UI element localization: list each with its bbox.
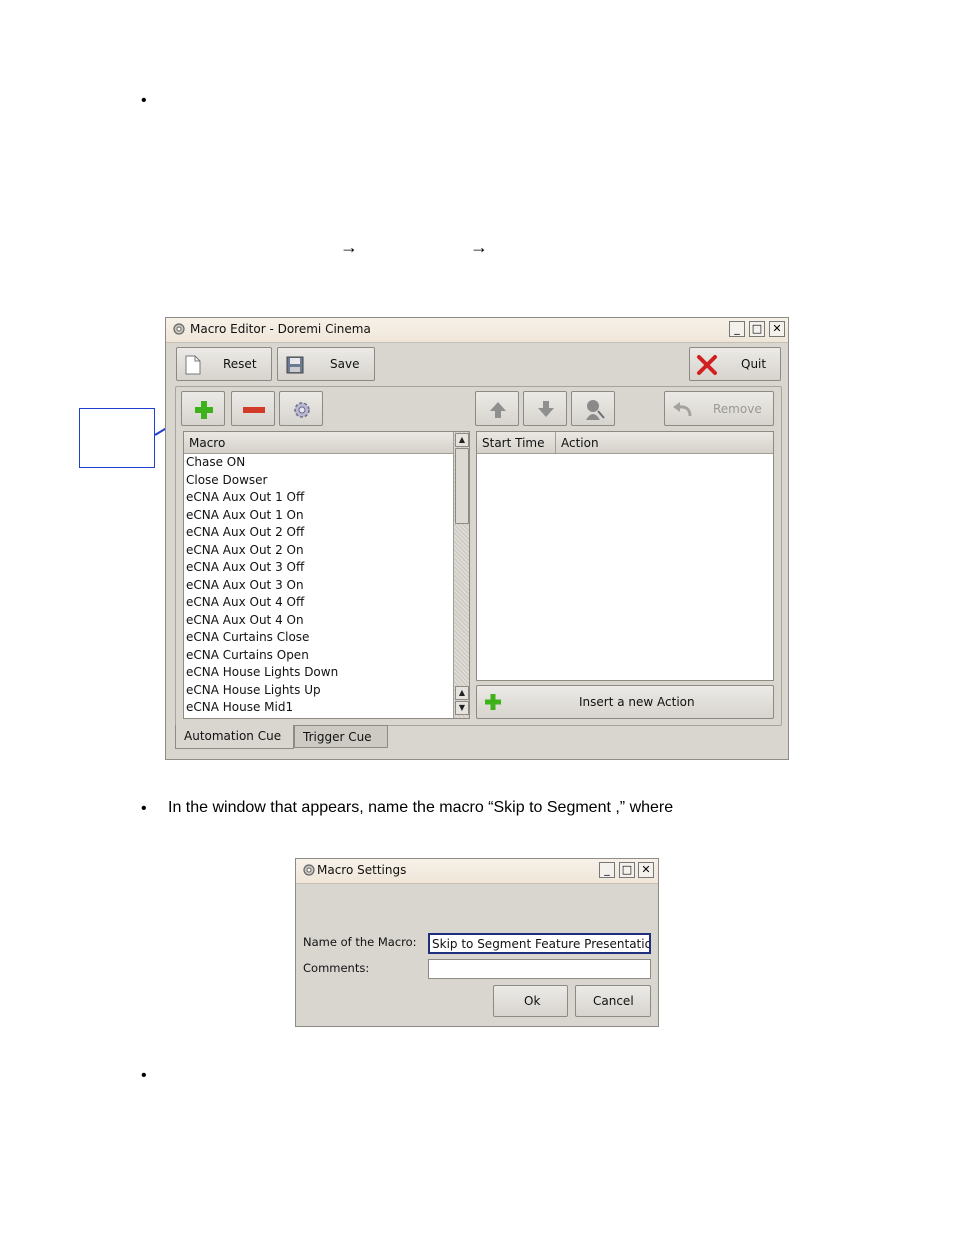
close-icon: ✕ — [641, 863, 651, 876]
insert-action-button[interactable]: Insert a new Action — [476, 685, 774, 719]
list-item[interactable]: Chase ON — [186, 454, 245, 472]
action-list: Start Time Action — [476, 431, 774, 681]
window-title: Macro Editor - Doremi Cinema — [190, 322, 371, 336]
remove-action-button[interactable]: Remove — [664, 391, 774, 426]
macro-settings-window: Macro Settings _ □ ✕ Name of the Macro: … — [295, 858, 659, 1027]
move-down-button[interactable] — [523, 391, 567, 426]
minimize-icon: _ — [734, 322, 740, 335]
move-up-button[interactable] — [475, 391, 519, 426]
bullet-3: • — [141, 1067, 147, 1084]
settings-gear-icon — [294, 402, 310, 418]
person-icon — [586, 400, 605, 420]
list-item[interactable]: eCNA Aux Out 4 On — [186, 612, 304, 630]
callout-box — [79, 408, 155, 468]
plus-icon — [485, 694, 501, 710]
bullet-2: • — [141, 800, 147, 817]
new-document-icon — [185, 355, 201, 375]
comments-label: Comments: — [303, 961, 370, 975]
action-column-header[interactable]: Action — [556, 432, 773, 454]
gear-icon — [173, 323, 185, 335]
maximize-button[interactable]: □ — [619, 862, 635, 878]
quit-x-icon — [697, 355, 717, 375]
minimize-icon: _ — [604, 863, 610, 876]
minimize-button[interactable]: _ — [729, 321, 745, 337]
list-item[interactable]: eCNA Aux Out 2 On — [186, 542, 304, 560]
macro-list: Macro Chase ON Close Dowser eCNA Aux Out 1… — [183, 431, 470, 719]
list-item[interactable]: eCNA Aux Out 4 Off — [186, 594, 304, 612]
list-item[interactable]: eCNA Aux Out 1 On — [186, 507, 304, 525]
add-macro-button[interactable] — [181, 391, 225, 426]
macro-editor-window: Macro Editor - Doremi Cinema _ □ ✕ Reset… — [165, 317, 789, 760]
scroll-up-bottom-icon[interactable]: ▲ — [455, 686, 469, 700]
reset-button[interactable]: Reset — [176, 347, 272, 381]
arrow-2: → — [470, 237, 488, 257]
ok-button[interactable]: Ok — [493, 985, 568, 1017]
scroll-thumb[interactable] — [455, 448, 469, 524]
list-item[interactable]: eCNA Aux Out 2 Off — [186, 524, 304, 542]
maximize-icon: □ — [621, 863, 633, 876]
arrow-1: → — [340, 237, 358, 257]
arrow-up-icon — [490, 402, 506, 418]
macro-settings-button[interactable] — [279, 391, 323, 426]
plus-icon — [195, 401, 213, 419]
ok-label: Ok — [524, 994, 541, 1008]
minus-icon — [243, 407, 265, 413]
scroll-up-icon[interactable]: ▲ — [455, 433, 469, 447]
title-bar: Macro Editor - Doremi Cinema _ □ ✕ — [166, 318, 788, 343]
remove-label: Remove — [713, 402, 762, 416]
tab-trigger-cue[interactable]: Trigger Cue — [294, 725, 388, 748]
list-item[interactable]: Close Dowser — [186, 472, 267, 490]
start-time-column-header[interactable]: Start Time — [477, 432, 556, 454]
close-button[interactable]: ✕ — [638, 862, 654, 878]
quit-button[interactable]: Quit — [689, 347, 781, 381]
maximize-button[interactable]: □ — [749, 321, 765, 337]
edit-action-button[interactable] — [571, 391, 615, 426]
cancel-button[interactable]: Cancel — [575, 985, 651, 1017]
quit-label: Quit — [741, 357, 767, 371]
bullet-1: • — [141, 92, 147, 109]
step2-text: In the window that appears, name the mac… — [168, 799, 674, 816]
macro-scrollbar[interactable]: ▲ ▲ ▼ — [453, 432, 469, 718]
save-button[interactable]: Save — [277, 347, 375, 381]
gear-icon — [303, 864, 315, 876]
cancel-label: Cancel — [593, 994, 634, 1008]
comments-field[interactable] — [428, 959, 651, 979]
tab-automation-cue[interactable]: Automation Cue — [175, 725, 294, 749]
settings-title: Macro Settings — [317, 863, 407, 877]
reset-label: Reset — [223, 357, 257, 371]
maximize-icon: □ — [751, 322, 763, 335]
scroll-down-icon[interactable]: ▼ — [455, 701, 469, 715]
insert-action-label: Insert a new Action — [579, 695, 695, 709]
settings-title-bar: Macro Settings _ □ ✕ — [296, 859, 658, 884]
macro-column-header[interactable]: Macro — [184, 432, 454, 454]
minimize-button[interactable]: _ — [599, 862, 615, 878]
save-label: Save — [330, 357, 360, 371]
macro-name-field[interactable]: Skip to Segment Feature Presentation — [428, 933, 651, 954]
list-item[interactable]: eCNA Aux Out 3 Off — [186, 559, 304, 577]
remove-macro-button[interactable] — [231, 391, 275, 426]
list-item[interactable]: eCNA Curtains Open — [186, 647, 309, 665]
save-icon — [286, 356, 304, 374]
list-item[interactable]: eCNA Aux Out 1 Off — [186, 489, 304, 507]
list-item[interactable]: eCNA House Lights Down — [186, 664, 338, 682]
macro-name-label: Name of the Macro: — [303, 935, 417, 949]
close-icon: ✕ — [772, 322, 782, 335]
list-item[interactable]: eCNA House Lights Up — [186, 682, 321, 700]
arrow-down-icon — [538, 401, 554, 417]
close-button[interactable]: ✕ — [769, 321, 785, 337]
list-item[interactable]: eCNA House Mid1 — [186, 699, 293, 717]
list-item[interactable]: eCNA Curtains Close — [186, 629, 309, 647]
list-item[interactable]: eCNA Aux Out 3 On — [186, 577, 304, 595]
undo-icon — [673, 402, 692, 417]
